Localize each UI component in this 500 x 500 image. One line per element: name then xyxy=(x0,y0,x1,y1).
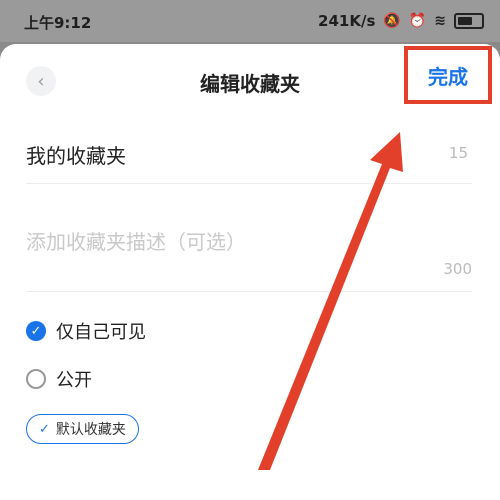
arrow-shape xyxy=(258,132,403,470)
annotation-arrow-icon xyxy=(258,132,403,470)
